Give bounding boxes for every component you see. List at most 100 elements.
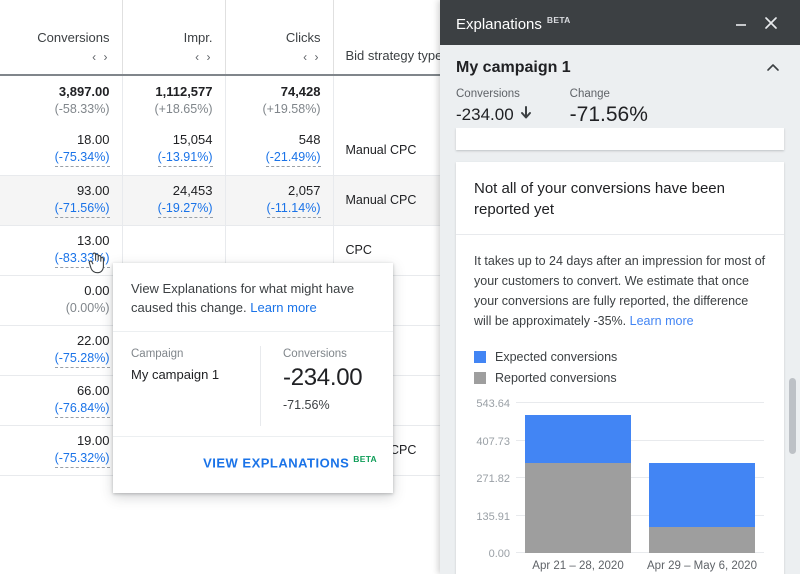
- metric-value: 93.00: [10, 183, 110, 199]
- panel-change-caption: Change: [570, 87, 648, 102]
- metric-delta[interactable]: (-19.27%): [158, 200, 213, 218]
- explanations-hover-card[interactable]: View Explanations for what might have ca…: [113, 263, 393, 493]
- metric-delta[interactable]: (-71.56%): [55, 200, 110, 218]
- metric-value: 1,112,577: [133, 84, 213, 100]
- column-header-label: Bid strategy type: [346, 48, 429, 64]
- table-row[interactable]: 18.00(-75.34%)15,054(-13.91%)548(-21.49%…: [0, 125, 440, 175]
- arrow-down-icon: [520, 103, 532, 127]
- hover-card-conversions-percent: -71.56%: [283, 396, 379, 414]
- metric-delta[interactable]: (-76.84%): [55, 400, 110, 418]
- panel-campaign-name: My campaign 1: [456, 57, 571, 79]
- column-header-conversions[interactable]: Conversions ‹ ›: [0, 0, 122, 75]
- view-explanations-label: VIEW EXPLANATIONS: [203, 456, 349, 471]
- metric-delta[interactable]: (-11.14%): [267, 200, 321, 218]
- cell-conversions: 0.00(0.00%): [0, 275, 122, 325]
- explanations-panel: ExplanationsBETA My campaign 1 Conversio…: [440, 0, 800, 574]
- view-explanations-button[interactable]: VIEW EXPLANATIONS BETA: [203, 454, 377, 470]
- sort-arrows-icon[interactable]: ‹ ›: [10, 50, 110, 64]
- legend-swatch-reported: [474, 372, 486, 384]
- panel-change-value: -71.56%: [570, 103, 648, 127]
- panel-title-text: Explanations: [456, 16, 542, 33]
- panel-summary-metrics: Conversions -234.00 Change -71.56%: [456, 87, 784, 127]
- metric-value: 2,057: [236, 183, 321, 199]
- metric-value: 19.00: [10, 433, 110, 449]
- metric-delta[interactable]: (-75.32%): [55, 450, 110, 468]
- metric-delta[interactable]: (+19.58%): [262, 101, 320, 118]
- explanation-card: Not all of your conversions have been re…: [456, 162, 784, 574]
- cell-impr: 15,054(-13.91%): [122, 125, 225, 175]
- close-icon[interactable]: [756, 8, 786, 38]
- metric-value: 0.00: [10, 283, 110, 299]
- panel-conversions-caption: Conversions: [456, 87, 532, 102]
- table-row[interactable]: 93.00(-71.56%)24,453(-19.27%)2,057(-11.1…: [0, 175, 440, 225]
- legend-item-expected: Expected conversions: [474, 349, 766, 365]
- explanation-card-title: Not all of your conversions have been re…: [474, 178, 766, 220]
- metric-delta[interactable]: (0.00%): [66, 300, 110, 317]
- metric-delta[interactable]: (+18.65%): [154, 101, 212, 118]
- panel-scrollbar-thumb[interactable]: [789, 378, 796, 454]
- sort-arrows-icon[interactable]: ‹ ›: [236, 50, 321, 64]
- cell-clicks: 2,057(-11.14%): [225, 175, 333, 225]
- conversions-bar-chart: 0.00135.91271.82407.73543.64Apr 21 – 28,…: [464, 403, 772, 574]
- cell-clicks: 548(-21.49%): [225, 125, 333, 175]
- panel-conversions-value: -234.00: [456, 103, 514, 127]
- metric-value: 18.00: [10, 132, 110, 148]
- chart-y-tick-label: 271.82: [476, 473, 516, 485]
- legend-label-expected: Expected conversions: [495, 349, 617, 365]
- chart-bar-segment-reported: [649, 527, 756, 553]
- cell-bid-strategy-type: Manual CPC: [333, 175, 440, 225]
- chart-bar-group[interactable]: Apr 21 – 28, 2020: [525, 403, 632, 553]
- chart-bar-group[interactable]: Apr 29 – May 6, 2020: [649, 403, 756, 553]
- chart-plot-area: 0.00135.91271.82407.73543.64Apr 21 – 28,…: [516, 403, 764, 553]
- explanation-card-body: It takes up to 24 days after an impressi…: [456, 235, 784, 347]
- metric-delta[interactable]: (-75.34%): [55, 149, 110, 167]
- metric-delta[interactable]: (-13.91%): [158, 149, 213, 167]
- column-header-clicks[interactable]: Clicks ‹ ›: [225, 0, 333, 75]
- panel-title-bar: ExplanationsBETA: [440, 0, 800, 45]
- cell-conversions: 22.00(-75.28%): [0, 325, 122, 375]
- table-row[interactable]: 3,897.00(-58.33%) 1,112,577(+18.65%) 74,42…: [0, 75, 440, 125]
- legend-label-reported: Reported conversions: [495, 370, 617, 386]
- panel-scroll-area[interactable]: Not all of your conversions have been re…: [440, 128, 800, 574]
- hover-card-campaign-caption: Campaign: [131, 346, 260, 362]
- hover-card-conversions-caption: Conversions: [283, 346, 379, 362]
- panel-title: ExplanationsBETA: [456, 11, 571, 34]
- chevron-up-icon[interactable]: [762, 57, 784, 79]
- column-header-bid-strategy-type[interactable]: Bid strategy type: [333, 0, 440, 75]
- panel-metric-conversions: Conversions -234.00: [456, 87, 532, 127]
- explanation-card-text: It takes up to 24 days after an impressi…: [474, 251, 766, 331]
- hover-card-details: Campaign My campaign 1 Conversions -234.…: [113, 332, 393, 436]
- metric-value: 3,897.00: [10, 84, 110, 100]
- chart-y-tick-label: 135.91: [476, 511, 516, 523]
- hover-card-footer: VIEW EXPLANATIONS BETA: [113, 436, 393, 488]
- column-header-label: Conversions: [10, 30, 110, 46]
- metric-delta[interactable]: (-58.33%): [55, 101, 110, 118]
- column-header-label: Impr.: [133, 30, 213, 46]
- chart-y-tick-label: 543.64: [476, 398, 516, 410]
- previous-card-partial: [456, 128, 784, 150]
- hover-card-campaign-column: Campaign My campaign 1: [113, 346, 261, 426]
- column-header-label: Clicks: [236, 30, 321, 46]
- legend-swatch-expected: [474, 351, 486, 363]
- table-header: Conversions ‹ › Impr. ‹ › Clicks ‹ › Bid…: [0, 0, 440, 75]
- chart-bar-segment-expected: [525, 415, 632, 463]
- sort-arrows-icon[interactable]: ‹ ›: [133, 50, 213, 64]
- chart-y-tick-label: 0.00: [489, 548, 516, 560]
- panel-scrollbar-track[interactable]: [791, 150, 798, 560]
- explanation-learn-more-link[interactable]: Learn more: [630, 314, 694, 328]
- panel-conversions-value-row: -234.00: [456, 103, 532, 127]
- cell-conversions: 3,897.00(-58.33%): [0, 75, 122, 125]
- chart-y-tick-label: 407.73: [476, 436, 516, 448]
- beta-badge: BETA: [353, 454, 377, 464]
- metric-value: 22.00: [10, 333, 110, 349]
- minimize-icon[interactable]: [726, 8, 756, 38]
- metric-delta[interactable]: (-75.28%): [55, 350, 110, 368]
- table-header-row: Conversions ‹ › Impr. ‹ › Clicks ‹ › Bid…: [0, 0, 440, 75]
- column-header-impr[interactable]: Impr. ‹ ›: [122, 0, 225, 75]
- hover-card-learn-more-link[interactable]: Learn more: [250, 300, 316, 315]
- explanation-body-text: It takes up to 24 days after an impressi…: [474, 254, 765, 328]
- metric-delta[interactable]: (-21.49%): [266, 149, 321, 167]
- hover-card-prompt: View Explanations for what might have ca…: [113, 263, 393, 332]
- cell-clicks: 74,428(+19.58%): [225, 75, 333, 125]
- cell-conversions: 18.00(-75.34%): [0, 125, 122, 175]
